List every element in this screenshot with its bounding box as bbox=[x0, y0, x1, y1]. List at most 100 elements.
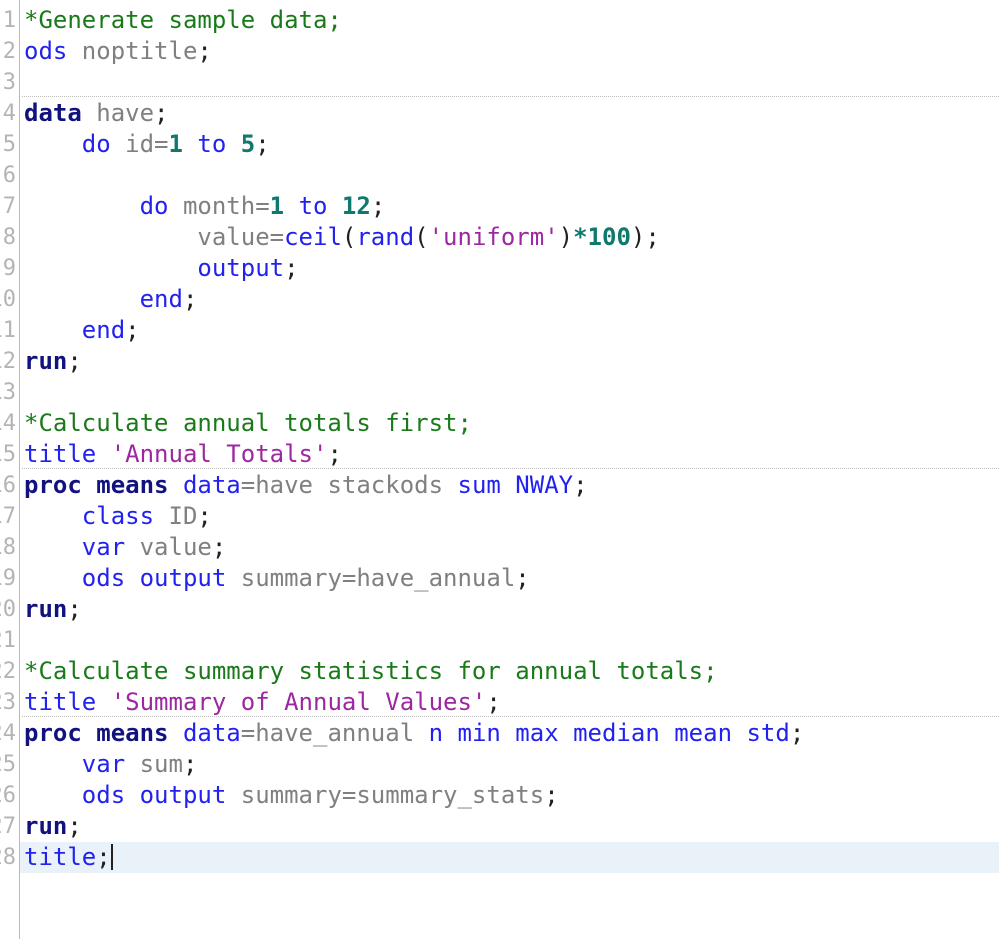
code-line[interactable]: title; bbox=[24, 842, 113, 873]
code-line[interactable]: end; bbox=[24, 315, 140, 346]
code-token-num: 12 bbox=[341, 192, 371, 220]
code-token-keyword: title bbox=[24, 440, 97, 468]
code-line[interactable]: title 'Summary of Annual Values'; bbox=[24, 687, 501, 718]
code-token-punct: ; bbox=[96, 843, 111, 871]
code-line[interactable]: var value; bbox=[24, 532, 227, 563]
line-number[interactable]: 14 bbox=[0, 408, 16, 439]
code-text-area[interactable]: *Generate sample data; ods noptitle; data … bbox=[0, 0, 999, 939]
code-token-punct: ( bbox=[414, 223, 429, 251]
code-token-punct: ; bbox=[327, 440, 342, 468]
line-number[interactable]: 11 bbox=[0, 315, 16, 346]
code-token-num: 1 bbox=[168, 130, 183, 158]
line-number[interactable]: 27 bbox=[0, 811, 16, 842]
code-line[interactable]: var sum; bbox=[24, 749, 198, 780]
code-token-keyword: sum NWAY bbox=[457, 471, 574, 499]
code-line[interactable]: title 'Annual Totals'; bbox=[24, 439, 342, 470]
code-line[interactable]: *Generate sample data; bbox=[24, 5, 342, 36]
line-number[interactable]: 10 bbox=[0, 284, 16, 315]
code-token-punct: ; bbox=[255, 130, 270, 158]
code-token-punct: ; bbox=[182, 285, 198, 313]
code-token-punct: ; bbox=[486, 688, 501, 716]
line-number[interactable]: 17 bbox=[0, 501, 16, 532]
line-number[interactable]: 4 bbox=[0, 98, 16, 129]
code-line[interactable]: *Calculate summary statistics for annual… bbox=[24, 656, 718, 687]
code-token-keyword: ods output bbox=[81, 781, 227, 809]
code-token-num: *100 bbox=[573, 223, 631, 251]
code-token-keyword: data bbox=[182, 719, 241, 747]
code-token-stmt: run bbox=[24, 812, 68, 840]
code-line[interactable]: do id=1 to 5; bbox=[24, 129, 270, 160]
line-number[interactable]: 5 bbox=[0, 129, 16, 160]
code-token-keyword: n min max median mean std bbox=[428, 719, 790, 747]
code-token-stmt: data bbox=[24, 99, 82, 127]
code-token-keyword: class bbox=[81, 502, 155, 530]
code-line[interactable]: data have; bbox=[24, 98, 169, 129]
line-number[interactable]: 21 bbox=[0, 625, 16, 656]
line-number[interactable]: 28 bbox=[0, 842, 16, 873]
line-number[interactable]: 19 bbox=[0, 563, 16, 594]
code-token-plain: value bbox=[125, 533, 212, 561]
line-number[interactable]: 24 bbox=[0, 718, 16, 749]
code-token-plain: noptitle bbox=[67, 37, 198, 65]
code-line[interactable]: run; bbox=[24, 811, 82, 842]
code-token-plain: month= bbox=[168, 192, 270, 220]
code-token-punct: ; bbox=[154, 99, 169, 127]
line-number[interactable]: 15 bbox=[0, 439, 16, 470]
code-token-comment: *Calculate annual totals first; bbox=[24, 409, 472, 437]
code-line[interactable]: end; bbox=[24, 284, 198, 315]
code-token-plain: ID bbox=[154, 502, 198, 530]
code-token-plain: =have stackods bbox=[240, 471, 458, 499]
code-token-punct: ; bbox=[211, 533, 227, 561]
code-token-punct: ) bbox=[558, 223, 574, 251]
code-line[interactable]: proc means data=have_annual n min max me… bbox=[24, 718, 804, 749]
line-number[interactable]: 1 bbox=[0, 5, 16, 36]
code-line[interactable]: do month=1 to 12; bbox=[24, 191, 386, 222]
code-token-punct: ; bbox=[284, 254, 299, 282]
line-number[interactable]: 25 bbox=[0, 749, 16, 780]
code-line[interactable]: ods noptitle; bbox=[24, 36, 212, 67]
code-token-punct: ; bbox=[67, 595, 82, 623]
line-number[interactable]: 20 bbox=[0, 594, 16, 625]
code-token-plain: summary=summary_stats bbox=[226, 781, 545, 809]
code-token-punct: ; bbox=[544, 781, 559, 809]
code-token-comment: *Calculate summary statistics for annual… bbox=[24, 657, 718, 685]
line-number-gutter[interactable]: 1234567891011121314151617181920212223242… bbox=[0, 0, 20, 939]
line-number[interactable]: 2 bbox=[0, 36, 16, 67]
line-number[interactable]: 18 bbox=[0, 532, 16, 563]
line-number[interactable]: 23 bbox=[0, 687, 16, 718]
line-number[interactable]: 22 bbox=[0, 656, 16, 687]
line-number[interactable]: 3 bbox=[0, 67, 16, 98]
code-line[interactable]: ods output summary=have_annual; bbox=[24, 563, 530, 594]
code-line[interactable]: run; bbox=[24, 346, 82, 377]
code-line[interactable]: *Calculate annual totals first; bbox=[24, 408, 472, 439]
code-line[interactable]: output; bbox=[24, 253, 299, 284]
code-token-keyword: do bbox=[81, 130, 111, 158]
line-number[interactable]: 7 bbox=[0, 191, 16, 222]
code-token-punct: ; bbox=[515, 564, 530, 592]
line-number[interactable]: 16 bbox=[0, 470, 16, 501]
code-token-keyword: end bbox=[81, 316, 126, 344]
code-line[interactable]: run; bbox=[24, 594, 82, 625]
line-number[interactable]: 6 bbox=[0, 160, 16, 191]
line-number[interactable]: 26 bbox=[0, 780, 16, 811]
line-number[interactable]: 8 bbox=[0, 222, 16, 253]
code-token-stmt: proc means bbox=[24, 471, 169, 499]
code-editor[interactable]: *Generate sample data; ods noptitle; data … bbox=[0, 0, 999, 939]
line-number[interactable]: 12 bbox=[0, 346, 16, 377]
line-number[interactable]: 9 bbox=[0, 253, 16, 284]
code-line[interactable]: value=ceil(rand('uniform')*100); bbox=[24, 222, 659, 253]
code-token-stmt: run bbox=[24, 347, 68, 375]
code-token-keyword: to bbox=[298, 192, 328, 220]
code-line[interactable]: class ID; bbox=[24, 501, 212, 532]
code-line[interactable]: ods output summary=summary_stats; bbox=[24, 780, 559, 811]
code-token-comment: *Generate sample data; bbox=[24, 6, 342, 34]
code-token-keyword: title bbox=[24, 843, 97, 871]
code-token-punct: ; bbox=[67, 812, 82, 840]
code-line[interactable]: proc means data=have stackods sum NWAY; bbox=[24, 470, 588, 501]
line-number[interactable]: 13 bbox=[0, 377, 16, 408]
